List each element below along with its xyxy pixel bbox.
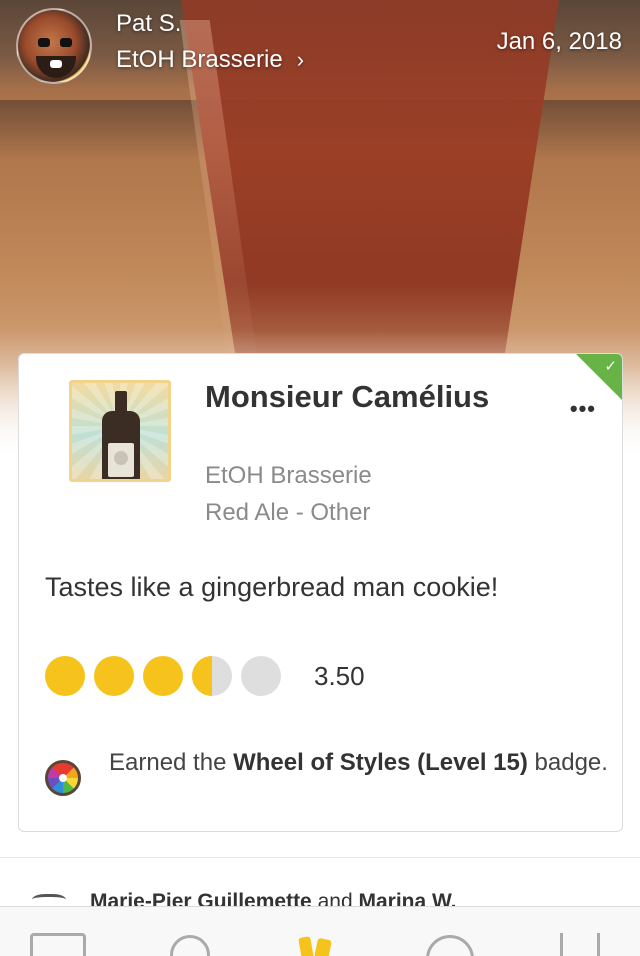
toast-icon bbox=[32, 894, 66, 906]
avatar-eye bbox=[60, 38, 72, 47]
beer-name[interactable]: Monsieur Camélius bbox=[205, 378, 505, 416]
badge-prefix: Earned the bbox=[109, 749, 227, 776]
toaster-name[interactable]: Marie-Pier Guillemette bbox=[90, 890, 312, 906]
toasts-row[interactable]: Marie-Pier Guillemette and Marina W. bbox=[32, 884, 632, 906]
more-options-icon[interactable]: ••• bbox=[570, 398, 596, 420]
venue-link[interactable]: EtOH Brasserie › bbox=[116, 46, 304, 74]
badge-suffix: badge. bbox=[534, 749, 608, 776]
check-icon: ✓ bbox=[604, 357, 617, 375]
wheel-of-styles-badge-icon[interactable] bbox=[45, 760, 81, 796]
nearby-tab-icon[interactable] bbox=[426, 935, 474, 956]
rating: 3.50 bbox=[45, 656, 365, 696]
search-tab-icon[interactable] bbox=[170, 935, 210, 956]
badge-name: Wheel of Styles (Level 15) bbox=[233, 749, 528, 776]
checkin-comment: Tastes like a gingerbread man cookie! bbox=[45, 572, 499, 602]
tab-bar bbox=[0, 906, 640, 956]
checkin-tab-icon[interactable] bbox=[296, 937, 336, 956]
brewery-name[interactable]: EtOH Brasserie bbox=[205, 462, 372, 490]
feed-tab-icon[interactable] bbox=[30, 933, 86, 956]
badge-earned-text[interactable]: Earned the Wheel of Styles (Level 15) ba… bbox=[109, 748, 609, 778]
bottle-icon bbox=[115, 391, 127, 413]
beer-label-image[interactable] bbox=[69, 380, 171, 482]
checkin-card: ✓ Monsieur Camélius ••• EtOH Brasserie R… bbox=[18, 353, 623, 832]
avatar-eye bbox=[38, 38, 50, 47]
checkin-date: Jan 6, 2018 bbox=[496, 28, 622, 55]
user-name[interactable]: Pat S. bbox=[116, 10, 181, 38]
bottle-dot bbox=[114, 451, 128, 465]
avatar-mouth bbox=[50, 60, 62, 68]
bottle-cap-icon bbox=[192, 656, 232, 696]
rating-value: 3.50 bbox=[314, 660, 365, 691]
beer-style: Red Ale - Other bbox=[205, 499, 371, 526]
bottle-cap-icon bbox=[94, 656, 134, 696]
user-avatar[interactable] bbox=[16, 8, 92, 84]
venue-name: EtOH Brasserie bbox=[116, 46, 283, 73]
bottle-cap-icon bbox=[143, 656, 183, 696]
toasts-conjunction: and bbox=[317, 890, 353, 906]
chevron-right-icon: › bbox=[296, 47, 305, 72]
divider bbox=[0, 857, 640, 858]
bottle-cap-icon bbox=[45, 656, 85, 696]
profile-tab-icon[interactable] bbox=[560, 933, 600, 956]
toasts-text: Marie-Pier Guillemette and Marina W. bbox=[90, 890, 457, 906]
toaster-name[interactable]: Marina W. bbox=[358, 890, 456, 906]
bottle-cap-icon bbox=[241, 656, 281, 696]
